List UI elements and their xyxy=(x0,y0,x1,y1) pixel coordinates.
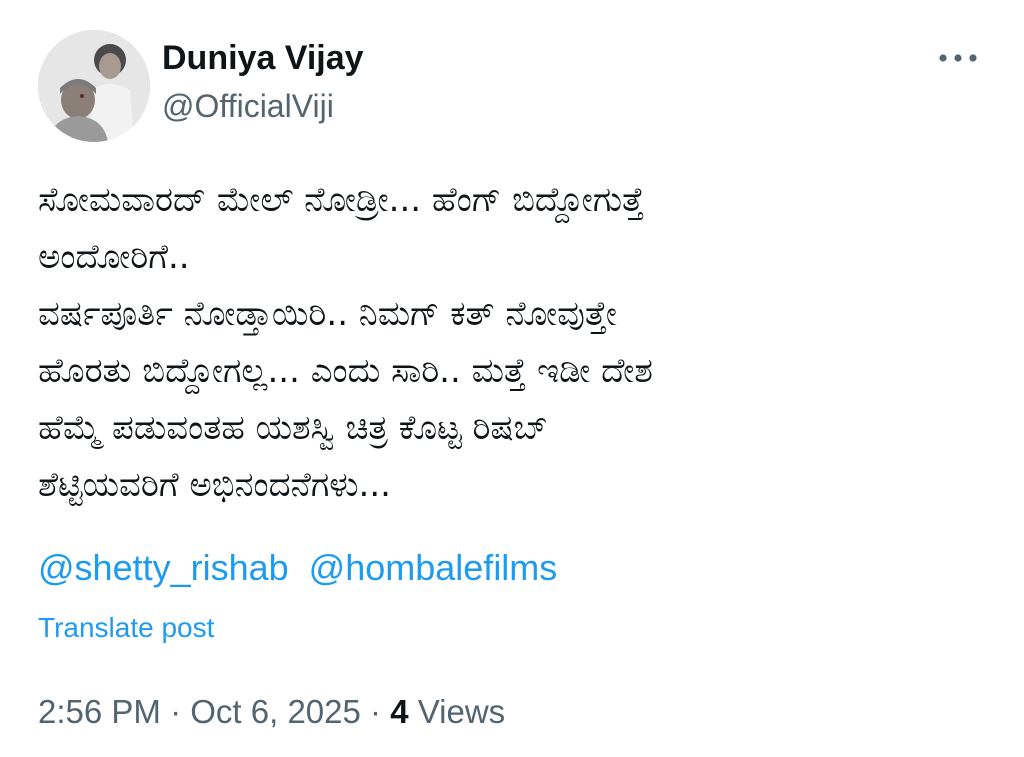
mention-link-hombalefilms[interactable]: @hombalefilms xyxy=(309,547,558,588)
mentions: @shetty_rishab @hombalefilms xyxy=(38,546,557,590)
display-name[interactable]: Duniya Vijay xyxy=(162,38,364,78)
post-text-line: ಅಂದೋರಿಗೆ.. xyxy=(38,237,190,277)
avatar-photo xyxy=(38,30,150,142)
translate-post-link[interactable]: Translate post xyxy=(38,610,214,646)
user-handle[interactable]: @OfficialViji xyxy=(162,86,334,126)
mention-link-shetty-rishab[interactable]: @shetty_rishab xyxy=(38,547,289,588)
post-text-line: ಶೆಟ್ಟಿಯವರಿಗೆ ಅಭಿನಂದನೆಗಳು... xyxy=(38,465,391,505)
post-text-line: ವರ್ಷಪೂರ್ತಿ ನೋಡ್ತಾಯಿರಿ.. ನಿಮಗ್ ಕತ್ ನೋವುತ್… xyxy=(38,294,617,334)
views-label[interactable]: Views xyxy=(418,693,505,730)
post-time[interactable]: 2:56 PM xyxy=(38,693,161,730)
post-date[interactable]: Oct 6, 2025 xyxy=(190,693,361,730)
post-meta: 2:56 PM · Oct 6, 2025 · 4 Views xyxy=(38,690,505,734)
views-count[interactable]: 4 xyxy=(390,693,408,730)
post-text-line: ಹೆಮ್ಮೆ ಪಡುವಂತಹ ಯಶಸ್ವಿ ಚಿತ್ರ ಕೊಟ್ಟ ರಿಷಬ್ xyxy=(38,408,548,448)
post-text-line: ಹೊರತು ಬಿದ್ದೋಗಲ್ಲ... ಎಂದು ಸಾರಿ.. ಮತ್ತೆ ಇಡ… xyxy=(38,351,653,391)
more-options-button[interactable] xyxy=(930,40,986,76)
post-card: Duniya Vijay @OfficialViji ಸೋಮವಾರದ್ ಮೇಲ್… xyxy=(0,0,1024,757)
meta-separator: · xyxy=(370,693,382,730)
more-horizontal-icon xyxy=(939,54,977,62)
meta-separator: · xyxy=(170,693,182,730)
post-text-line: ಸೋಮವಾರದ್ ಮೇಲ್ ನೋಡ್ರೀ... ಹೆಂಗ್ ಬಿದ್ದೋಗುತ್… xyxy=(38,180,645,220)
avatar[interactable] xyxy=(38,30,150,142)
post-text: ಸೋಮವಾರದ್ ಮೇಲ್ ನೋಡ್ರೀ... ಹೆಂಗ್ ಬಿದ್ದೋಗುತ್… xyxy=(38,172,978,514)
